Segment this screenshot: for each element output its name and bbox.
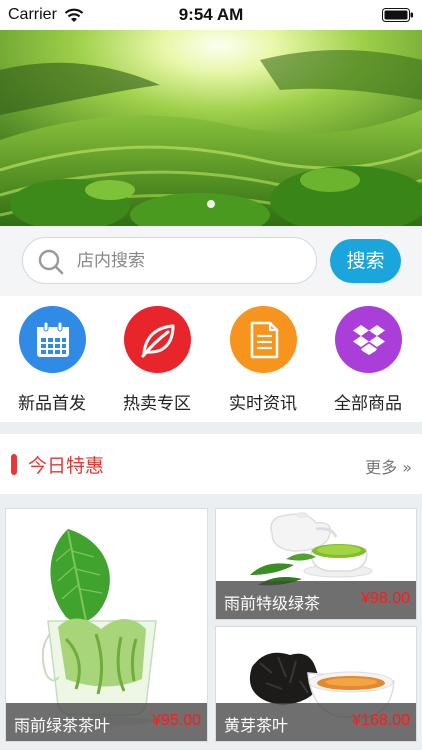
- category-label: 全部商品: [334, 394, 402, 414]
- product-caption: 雨前特级绿茶 ¥98.00: [216, 581, 416, 619]
- section-marker: [11, 454, 17, 475]
- document-icon: [230, 306, 297, 373]
- product-grid: 雨前绿茶茶叶 ¥95.00 雨前特级绿茶 ¥98.00 黄芽茶叶 ¥168.00: [0, 503, 422, 750]
- search-bar: 搜索: [0, 226, 422, 296]
- carousel-dot[interactable]: [207, 200, 215, 208]
- product-card[interactable]: 雨前特级绿茶 ¥98.00: [215, 508, 417, 620]
- search-box[interactable]: [22, 237, 317, 284]
- product-card[interactable]: 黄芽茶叶 ¥168.00: [215, 626, 417, 742]
- search-icon: [38, 249, 64, 275]
- category-new-arrivals[interactable]: 新品首发: [2, 306, 102, 416]
- dropbox-icon: [335, 306, 402, 373]
- product-card[interactable]: 雨前绿茶茶叶 ¥95.00: [5, 508, 208, 742]
- clock: 9:54 AM: [178, 5, 244, 24]
- status-bar: Carrier 9:54 AM: [0, 0, 422, 30]
- search-button[interactable]: 搜索: [330, 239, 401, 283]
- product-price: ¥168.00: [352, 712, 410, 729]
- product-name: 雨前绿茶茶叶: [14, 716, 111, 735]
- calendar-icon: [19, 306, 86, 373]
- category-label: 热卖专区: [123, 394, 191, 414]
- carousel-indicator[interactable]: [0, 193, 422, 212]
- product-name: 黄芽茶叶: [224, 716, 289, 735]
- search-input[interactable]: [77, 248, 307, 274]
- battery-icon: [382, 8, 413, 22]
- product-price: ¥95.00: [152, 712, 201, 729]
- leaf-icon: [124, 306, 191, 373]
- deals-section-header: 今日特惠 更多 »: [0, 434, 422, 494]
- category-news[interactable]: 实时资讯: [213, 306, 313, 416]
- category-nav: 新品首发 热卖专区 实时资讯 全部商品: [0, 296, 422, 422]
- category-all-products[interactable]: 全部商品: [318, 306, 418, 416]
- more-link[interactable]: 更多 »: [365, 454, 412, 478]
- product-caption: 黄芽茶叶 ¥168.00: [216, 703, 416, 741]
- section-title: 今日特惠: [28, 455, 105, 477]
- category-label: 新品首发: [18, 394, 86, 414]
- category-label: 实时资讯: [229, 394, 297, 414]
- product-name: 雨前特级绿茶: [224, 594, 321, 613]
- category-hot-sale[interactable]: 热卖专区: [107, 306, 207, 416]
- product-price: ¥98.00: [361, 590, 410, 607]
- banner-carousel[interactable]: [0, 30, 422, 226]
- product-caption: 雨前绿茶茶叶 ¥95.00: [6, 703, 207, 741]
